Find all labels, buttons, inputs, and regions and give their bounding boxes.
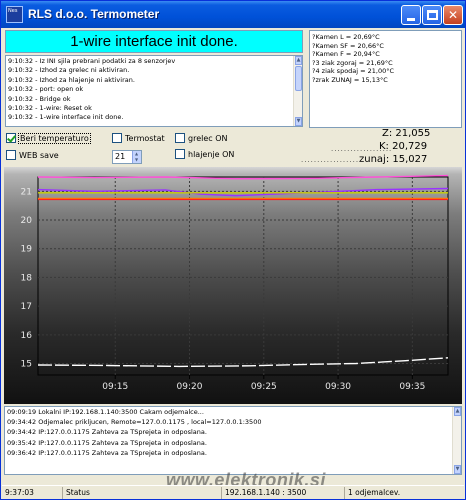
status-address: 192.168.1.140 : 3500	[221, 487, 343, 499]
y-tick-label: 19	[21, 245, 33, 255]
log-line: 09:34:42 Odjemalec prikljucen, Remote=12…	[7, 418, 262, 427]
sensor-reading: ?Kamen SF = 20,66°C	[312, 41, 384, 50]
event-list-item: 9:10:32 - port: open ok	[8, 85, 84, 94]
status-time: 9:37:03	[5, 488, 34, 497]
y-tick-label: 16	[21, 331, 33, 341]
spin-up-icon[interactable]: ▲	[135, 152, 138, 156]
x-tick-label: 09:35	[399, 382, 425, 392]
sensor-list: ?Kamen L = 20,69°C ?Kamen SF = 20,66°C ?Ka…	[309, 30, 462, 128]
dotted-leader: ....................	[301, 156, 366, 164]
event-list-item: 9:10:32 - 1-wire: Reset ok	[8, 104, 92, 112]
log-line: 09:36:42 IP:127.0.0.1175 Zahteva za TSpr…	[7, 448, 207, 457]
minimize-icon	[407, 18, 415, 21]
sensor-reading: ?zrak ZUNAJ = 15,13°C	[312, 76, 388, 84]
main-window: Nes RLS d.o.o. Termometer ✕ 1-wire inter…	[0, 0, 466, 500]
plot-frame	[37, 176, 449, 376]
log-scrollbar[interactable]: ▲ ▼	[452, 407, 461, 474]
setpoint-value[interactable]: 21	[115, 152, 125, 161]
spin-down-icon[interactable]: ▼	[135, 158, 138, 162]
web-save-checkbox[interactable]: WEB save	[6, 150, 59, 160]
y-tick-label: 18	[21, 273, 33, 283]
termostat-checkbox[interactable]: Termostat	[112, 133, 165, 143]
log-line: 09:35:42 IP:127.0.0.1175 Zahteva za TSpr…	[7, 438, 207, 447]
grelec-on-checkbox[interactable]: grelec ON	[175, 133, 227, 143]
checkbox-icon[interactable]	[175, 133, 185, 143]
spinner-buttons[interactable]: ▲ ▼	[132, 151, 141, 163]
checkbox-icon[interactable]	[6, 150, 16, 160]
beri-temperaturo-checkbox[interactable]: Beri temperaturo	[6, 132, 91, 144]
checkbox-icon[interactable]	[112, 133, 122, 143]
minimize-button[interactable]	[401, 5, 421, 25]
window-title: RLS d.o.o. Termometer	[28, 7, 160, 21]
log-line: 09:09:19 Lokalni IP:192.168.1.140:3500 C…	[7, 408, 204, 416]
temperature-chart: 21 20 19 18 17 16 15 09:15 09:20 09:25 09:30 09:35	[4, 167, 462, 404]
web-save-label: WEB save	[19, 150, 59, 160]
sensor-reading: ?Kamen F = 20,94°C	[312, 50, 380, 59]
hlajenje-on-checkbox[interactable]: hlajenje ON	[175, 149, 234, 159]
x-tick-label: 09:20	[177, 382, 203, 392]
status-bar: 9:37:03 Status 192.168.1.140 : 3500 1 od…	[2, 485, 464, 499]
y-tick-label: 15	[21, 360, 32, 370]
scroll-up-icon[interactable]: ▲	[295, 56, 302, 65]
status-banner: 1-wire interface init done.	[5, 30, 303, 53]
x-tick-label: 09:30	[325, 382, 351, 392]
y-tick-label: 21	[21, 187, 32, 197]
setpoint-spinner[interactable]: 21 ▲ ▼	[112, 150, 142, 164]
title-bar[interactable]: Nes RLS d.o.o. Termometer ✕	[1, 1, 465, 28]
x-tick-label: 09:15	[102, 382, 128, 392]
event-list-item: 9:10:32 - Bridge ok	[8, 94, 71, 103]
termostat-label: Termostat	[125, 133, 165, 143]
close-icon: ✕	[447, 8, 459, 22]
sensor-reading: ?3 ziak zgoraj = 21,69°C	[312, 58, 393, 67]
scroll-down-icon[interactable]: ▼	[295, 117, 302, 126]
event-list-item: 9:10:32 - Izhod za grelec ni aktiviran.	[8, 66, 130, 75]
y-tick-label: 17	[21, 302, 32, 312]
event-list-scrollbar[interactable]: ▲ ▼	[293, 56, 302, 126]
scroll-thumb[interactable]	[295, 66, 302, 91]
scroll-down-icon[interactable]: ▼	[454, 465, 461, 474]
chart-canvas: 21 20 19 18 17 16 15 09:15 09:20 09:25 09:30 09:35	[21, 174, 449, 392]
event-list-item: 9:10:32 - Izhod za hlajenje ni aktiviran…	[8, 75, 135, 84]
series-line	[37, 357, 449, 368]
log-line: 09:34:42 IP:127.0.0.1175 Zahteva za TSpr…	[7, 428, 207, 437]
x-tick-label: 09:25	[251, 382, 277, 392]
reading-zunaj: zunaj: 15,027	[359, 154, 428, 165]
maximize-icon	[427, 10, 438, 20]
maximize-button[interactable]	[422, 5, 442, 25]
sensor-reading: ?Kamen L = 20,69°C	[312, 33, 380, 41]
close-button[interactable]: ✕	[443, 5, 463, 25]
checkbox-icon[interactable]	[175, 149, 185, 159]
scroll-up-icon[interactable]: ▲	[454, 407, 461, 416]
status-clients: 1 odjemalcev.	[344, 487, 462, 499]
status-text: Status	[62, 487, 220, 499]
dotted-leader: ...................	[331, 145, 393, 153]
y-tick-label: 20	[21, 216, 33, 226]
server-log[interactable]: 09:09:19 Lokalni IP:192.168.1.140:3500 C…	[4, 406, 462, 475]
grelec-on-label: grelec ON	[188, 133, 228, 143]
reading-z: Z: 21,055	[382, 128, 431, 139]
hlajenje-on-label: hlajenje ON	[188, 149, 235, 159]
beri-temperaturo-label: Beri temperaturo	[18, 132, 91, 144]
event-list-item: 9:10:32 - Iz INI sjila prebrani podatki …	[8, 57, 176, 65]
app-icon[interactable]: Nes	[6, 6, 23, 23]
checkbox-checked-icon[interactable]	[6, 133, 16, 143]
app-icon-label: Nes	[8, 8, 18, 14]
event-list[interactable]: 9:10:32 - Iz INI sjila prebrani podatki …	[5, 55, 303, 127]
event-list-item: 9:10:32 - 1-wire interface init done.	[8, 113, 124, 122]
sensor-reading: ?4 ziak spodaj = 21,00°C	[312, 67, 395, 76]
